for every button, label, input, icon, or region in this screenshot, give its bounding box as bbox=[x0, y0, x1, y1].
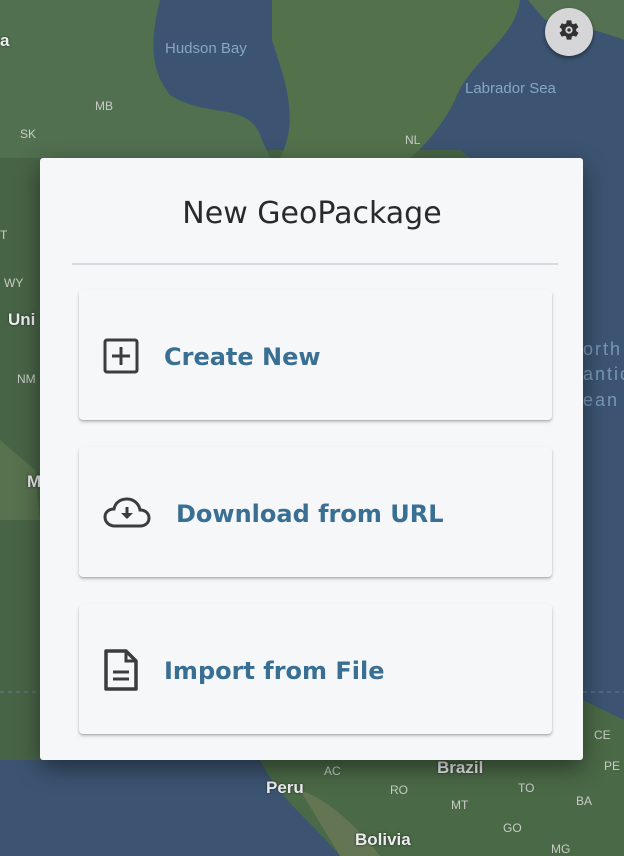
create-new-button[interactable]: Create New bbox=[79, 290, 552, 420]
download-from-url-label: Download from URL bbox=[176, 500, 444, 528]
dialog-title: New GeoPackage bbox=[182, 196, 442, 231]
import-from-file-label: Import from File bbox=[164, 657, 385, 685]
import-from-file-button[interactable]: Import from File bbox=[79, 604, 552, 734]
create-new-label: Create New bbox=[164, 343, 321, 371]
document-icon bbox=[101, 646, 141, 694]
download-from-url-button[interactable]: Download from URL bbox=[79, 447, 552, 577]
cloud-download-icon bbox=[101, 495, 153, 531]
dialog-divider bbox=[72, 263, 558, 265]
add-box-icon bbox=[101, 336, 141, 376]
